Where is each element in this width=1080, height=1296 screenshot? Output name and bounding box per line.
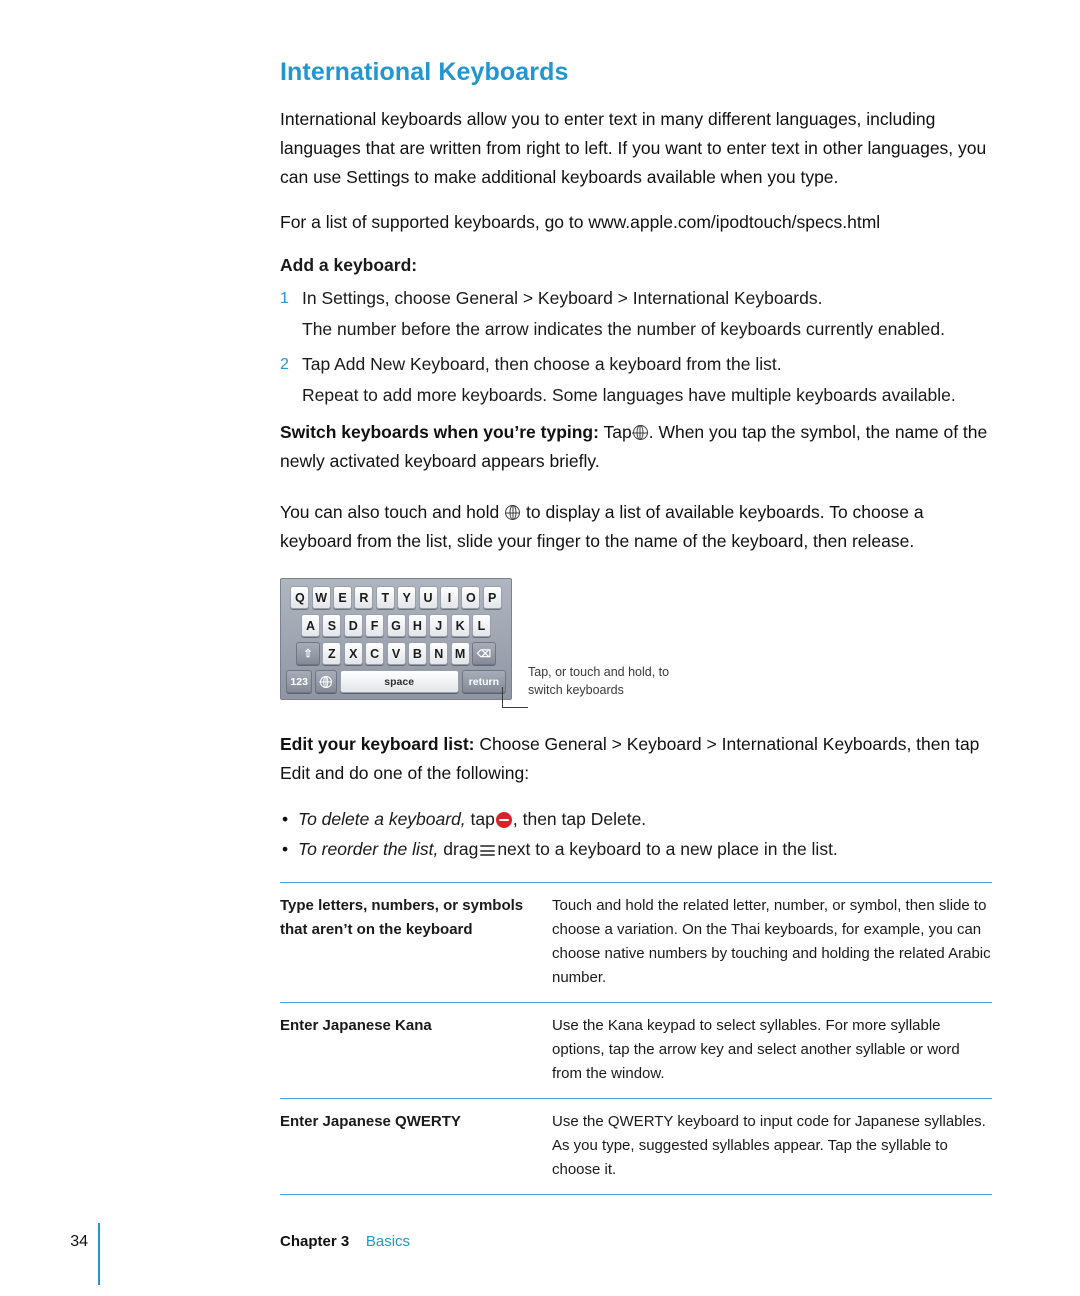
step-2-number: 2 (280, 356, 289, 373)
key-s[interactable]: S (322, 614, 342, 637)
edit-keyboard-paragraph: Edit your keyboard list: Choose General … (280, 730, 992, 788)
table-row-description: Touch and hold the related letter, numbe… (552, 882, 992, 1003)
key-n[interactable]: N (429, 642, 449, 665)
step-1: 1 In Settings, choose General > Keyboard… (280, 284, 992, 313)
keyboard-row-1: Q W E R T Y U I O P (285, 586, 507, 609)
key-f[interactable]: F (365, 614, 385, 637)
key-c[interactable]: C (365, 642, 385, 665)
key-w[interactable]: W (311, 586, 331, 609)
key-b[interactable]: B (407, 642, 427, 665)
key-r[interactable]: R (354, 586, 374, 609)
document-page: International Keyboards International ke… (0, 0, 1080, 1296)
key-h[interactable]: H (407, 614, 427, 637)
bullet-reorder-text-a: drag (443, 839, 479, 859)
callout-leader (502, 707, 528, 708)
keyboard-row-4: 123 space return (285, 670, 507, 693)
key-j[interactable]: J (429, 614, 449, 637)
step-1-number: 1 (280, 290, 289, 307)
page-content: International Keyboards International ke… (280, 58, 992, 1195)
bullet-delete-keyboard: To delete a keyboard, tap , then tap Dele… (280, 804, 992, 834)
bullet-reorder-italic: To reorder the list, (298, 839, 439, 859)
key-e[interactable]: E (333, 586, 353, 609)
space-key[interactable]: space (339, 670, 459, 693)
keyboard-row-3: ⇧ Z X C V B N M ⌫ (285, 642, 507, 665)
page-number: 34 (70, 1233, 88, 1250)
key-g[interactable]: G (386, 614, 406, 637)
key-t[interactable]: T (375, 586, 395, 609)
globe-icon (505, 504, 521, 520)
key-y[interactable]: Y (397, 586, 417, 609)
table-row-label: Type letters, numbers, or symbols that a… (280, 882, 552, 1003)
footer-rule (98, 1223, 100, 1285)
key-x[interactable]: X (343, 642, 363, 665)
table-row-label: Enter Japanese QWERTY (280, 1098, 552, 1195)
step-1-note-text: The number before the arrow indicates th… (302, 319, 945, 339)
step-1-note: The number before the arrow indicates th… (302, 315, 992, 344)
table-row-label: Enter Japanese Kana (280, 1002, 552, 1099)
key-u[interactable]: U (418, 586, 438, 609)
footer-chapter: Chapter 3 (280, 1233, 350, 1250)
shift-key[interactable]: ⇧ (296, 642, 320, 665)
delete-key[interactable]: ⌫ (472, 642, 496, 665)
keyboard-callout-label: Tap, or touch and hold, to switch keyboa… (528, 665, 670, 697)
key-q[interactable]: Q (290, 586, 310, 609)
keyboard-figure: Q W E R T Y U I O P A S D F G H J K L ⇧ … (280, 578, 669, 708)
key-k[interactable]: K (450, 614, 470, 637)
globe-icon (632, 424, 648, 440)
switch-keyboards-text-a: Tap (603, 422, 632, 442)
globe-icon (319, 675, 332, 688)
step-2: 2 Tap Add New Keyboard, then choose a ke… (280, 350, 992, 379)
add-keyboard-steps: 1 In Settings, choose General > Keyboard… (280, 284, 992, 410)
key-i[interactable]: I (439, 586, 459, 609)
specs-paragraph: For a list of supported keyboards, go to… (280, 212, 881, 232)
table-row: Type letters, numbers, or symbols that a… (280, 882, 992, 1003)
intro-paragraph: International keyboards allow you to ent… (280, 109, 987, 187)
keyboard-row-2: A S D F G H J K L (285, 614, 507, 637)
step-2-note: Repeat to add more keyboards. Some langu… (302, 381, 992, 410)
table-row: Enter Japanese QWERTY Use the QWERTY key… (280, 1098, 992, 1195)
step-2-text: Tap Add New Keyboard, then choose a keyb… (302, 354, 782, 374)
footer-chapter-info: Chapter 3 Basics (280, 1233, 410, 1250)
key-a[interactable]: A (301, 614, 320, 637)
return-key[interactable]: return (461, 670, 506, 693)
step-2-note-text: Repeat to add more keyboards. Some langu… (302, 385, 956, 405)
key-p[interactable]: P (482, 586, 502, 609)
page-footer: 34 Chapter 3 Basics (62, 1223, 1012, 1285)
key-m[interactable]: M (450, 642, 470, 665)
delete-minus-icon (495, 812, 512, 828)
onscreen-keyboard: Q W E R T Y U I O P A S D F G H J K L ⇧ … (280, 578, 512, 700)
table-row: Enter Japanese Kana Use the Kana keypad … (280, 1002, 992, 1099)
key-z[interactable]: Z (322, 642, 342, 665)
switch-keyboards-runin: Switch keyboards when you’re typing: (280, 422, 599, 442)
callout-leader-vertical (502, 687, 503, 708)
edit-keyboard-runin: Edit your keyboard list: (280, 734, 475, 754)
table-row-description: Use the Kana keypad to select syllables.… (552, 1002, 992, 1099)
reorder-handle-icon (480, 844, 496, 857)
step-1-text: In Settings, choose General > Keyboard >… (302, 288, 823, 308)
keyboard-tips-table: Type letters, numbers, or symbols that a… (280, 882, 992, 1195)
switch-keyboards-paragraph: Switch keyboards when you’re typing: Tap… (280, 418, 992, 476)
key-d[interactable]: D (343, 614, 363, 637)
bullet-delete-text-b: , then tap Delete. (512, 809, 647, 829)
touch-hold-paragraph: You can also touch and hold to display a… (280, 498, 992, 556)
table-row-description: Use the QWERTY keyboard to input code fo… (552, 1098, 992, 1195)
key-o[interactable]: O (461, 586, 481, 609)
key-l[interactable]: L (472, 614, 491, 637)
touch-hold-text-a: You can also touch and hold (280, 502, 500, 522)
bullet-delete-italic: To delete a keyboard, (298, 809, 466, 829)
bullet-delete-text-a: tap (470, 809, 495, 829)
footer-section: Basics (365, 1233, 411, 1250)
page-title: International Keyboards (280, 58, 569, 86)
key-v[interactable]: V (386, 642, 406, 665)
bullet-reorder-list: To reorder the list, drag next to a keybo… (280, 834, 992, 864)
add-keyboard-heading: Add a keyboard: (280, 255, 418, 275)
number-key[interactable]: 123 (286, 670, 313, 693)
globe-key[interactable] (314, 670, 337, 693)
bullet-reorder-text-b: next to a keyboard to a new place in the… (497, 839, 838, 859)
